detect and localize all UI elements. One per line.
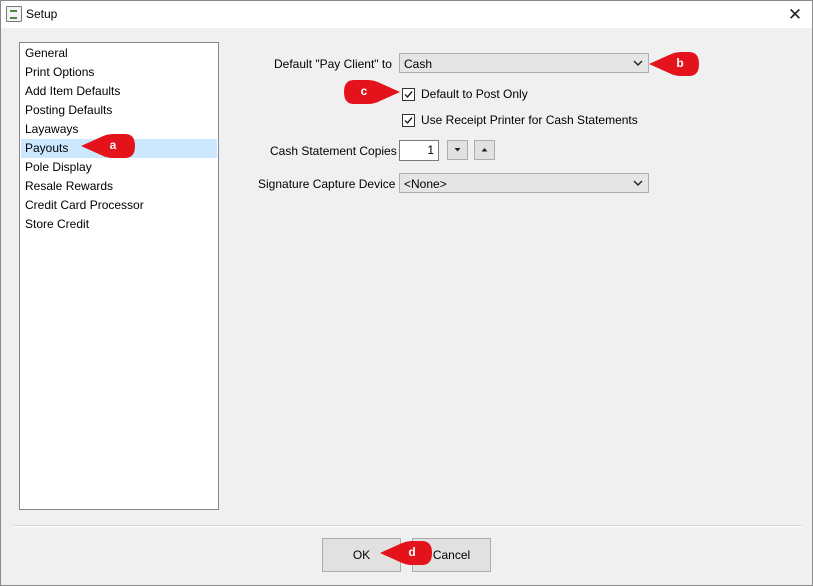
setup-app-icon bbox=[6, 6, 22, 22]
setup-window: Setup ✕ General Print Options Add Item D… bbox=[0, 0, 813, 586]
callout-d: d bbox=[378, 541, 436, 565]
triangle-up-icon bbox=[481, 148, 488, 152]
callout-c-text: c bbox=[360, 84, 368, 98]
sidebar-item-add-item-defaults[interactable]: Add Item Defaults bbox=[21, 82, 217, 101]
sidebar-item-posting-defaults[interactable]: Posting Defaults bbox=[21, 101, 217, 120]
checkmark-icon bbox=[404, 117, 413, 125]
signature-device-label: Signature Capture Device bbox=[258, 177, 396, 191]
callout-c: c bbox=[342, 80, 400, 104]
sidebar-item-resale-rewards[interactable]: Resale Rewards bbox=[21, 177, 217, 196]
title-bar: Setup ✕ bbox=[1, 1, 812, 28]
footer-divider bbox=[13, 525, 802, 527]
copies-input[interactable]: 1 bbox=[399, 140, 439, 161]
signature-device-value: <None> bbox=[404, 177, 447, 191]
copies-increment-button[interactable] bbox=[474, 140, 495, 160]
sidebar-item-pole-display[interactable]: Pole Display bbox=[21, 158, 217, 177]
close-icon: ✕ bbox=[787, 4, 803, 24]
sidebar-item-print-options[interactable]: Print Options bbox=[21, 63, 217, 82]
callout-d-text: d bbox=[408, 545, 416, 559]
cancel-button-label: Cancel bbox=[432, 548, 471, 562]
chevron-down-icon bbox=[633, 60, 643, 66]
callout-b: b bbox=[647, 52, 705, 76]
copies-decrement-button[interactable] bbox=[447, 140, 468, 160]
window-title: Setup bbox=[26, 7, 58, 21]
close-button[interactable]: ✕ bbox=[778, 1, 812, 28]
setup-category-list[interactable]: General Print Options Add Item Defaults … bbox=[19, 42, 219, 510]
pay-client-dropdown[interactable]: Cash bbox=[399, 53, 649, 73]
chevron-down-icon bbox=[633, 180, 643, 186]
callout-a: a bbox=[79, 134, 137, 158]
ok-button-label: OK bbox=[352, 548, 371, 562]
pay-client-label: Default "Pay Client" to bbox=[274, 57, 392, 71]
callout-b-text: b bbox=[676, 56, 684, 70]
default-post-only-label: Default to Post Only bbox=[421, 87, 528, 101]
sidebar-item-credit-card-processor[interactable]: Credit Card Processor bbox=[21, 196, 217, 215]
callout-a-text: a bbox=[109, 138, 117, 152]
copies-label: Cash Statement Copies bbox=[270, 144, 397, 158]
receipt-printer-label: Use Receipt Printer for Cash Statements bbox=[421, 113, 638, 127]
checkmark-icon bbox=[404, 91, 413, 99]
signature-device-dropdown[interactable]: <None> bbox=[399, 173, 649, 193]
sidebar-item-general[interactable]: General bbox=[21, 44, 217, 63]
pay-client-value: Cash bbox=[404, 57, 433, 71]
sidebar-item-store-credit[interactable]: Store Credit bbox=[21, 215, 217, 234]
triangle-down-icon bbox=[454, 148, 461, 152]
default-post-only-checkbox[interactable] bbox=[402, 88, 415, 101]
receipt-printer-checkbox[interactable] bbox=[402, 114, 415, 127]
